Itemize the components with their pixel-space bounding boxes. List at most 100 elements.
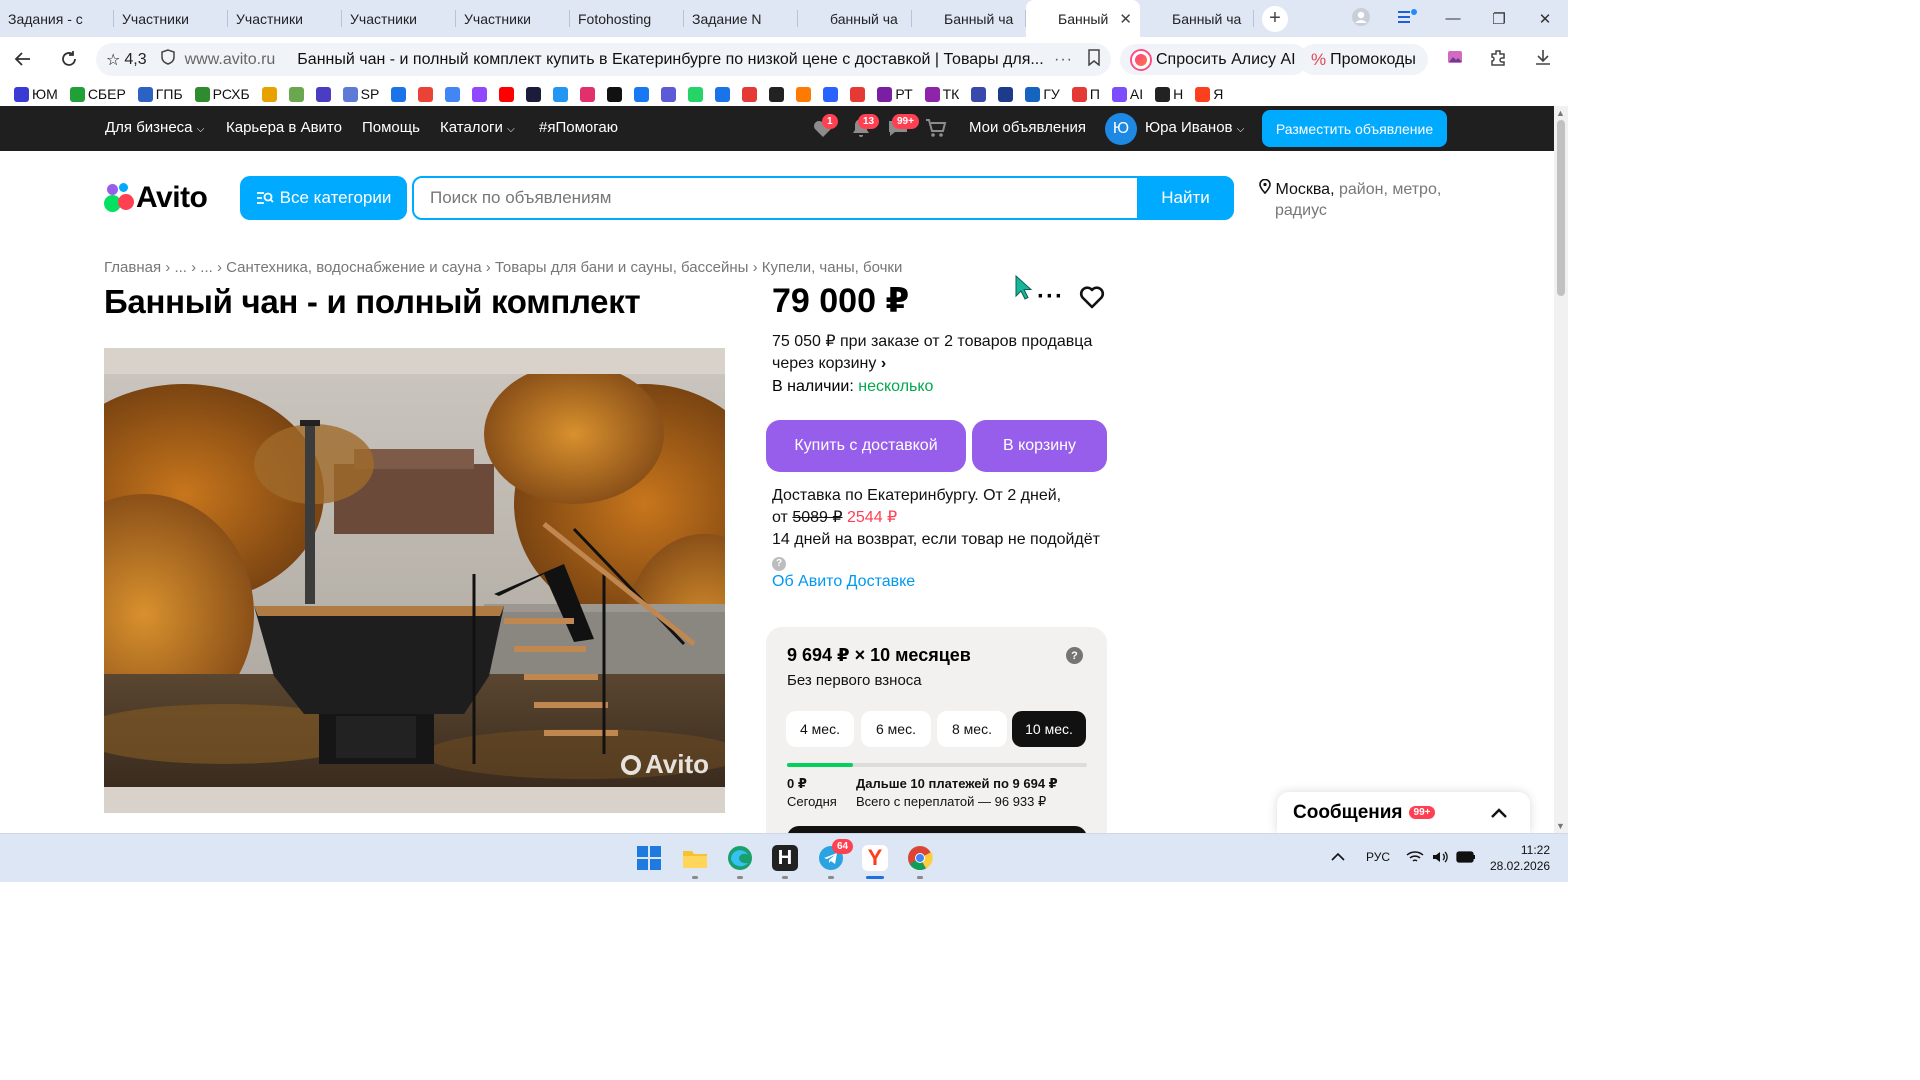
browser-tab[interactable]: Банный ✕ xyxy=(1026,0,1140,37)
browser-tab[interactable]: SPУчастники xyxy=(342,0,456,37)
extensions-icon[interactable] xyxy=(1488,48,1508,73)
bookmark-item[interactable] xyxy=(315,86,334,102)
browser-tab[interactable]: FFotohosting xyxy=(570,0,684,37)
bookmark-item[interactable]: AI xyxy=(1111,86,1143,102)
bookmark-item[interactable]: СБЕР xyxy=(69,86,126,102)
battery-icon[interactable] xyxy=(1456,850,1476,867)
breadcrumb-item[interactable]: Главная xyxy=(104,259,161,276)
messages-widget[interactable]: Сообщения 99+ xyxy=(1277,792,1530,833)
buy-with-delivery-button[interactable]: Купить с доставкой xyxy=(766,420,966,472)
breadcrumb-item[interactable]: Товары для бани и сауны, бассейны xyxy=(495,259,748,276)
cart-icon[interactable] xyxy=(924,116,948,140)
system-clock[interactable]: 11:22 28.02.2026 xyxy=(1490,842,1550,874)
bookmark-item[interactable] xyxy=(850,86,868,102)
bookmark-item[interactable] xyxy=(472,86,490,102)
notifications-bell-icon[interactable]: 13 xyxy=(849,114,880,140)
bookmark-item[interactable]: SP xyxy=(342,86,379,102)
more-options-icon[interactable]: ··· xyxy=(1054,51,1073,69)
tray-chevron-up-icon[interactable] xyxy=(1331,850,1345,865)
windows-start-icon[interactable] xyxy=(636,845,662,871)
add-to-favorites-heart-icon[interactable] xyxy=(1078,283,1106,316)
reload-button[interactable] xyxy=(52,42,86,76)
term-6-months[interactable]: 6 мес. xyxy=(861,711,931,747)
nav-careers[interactable]: Карьера в Авито xyxy=(226,119,342,136)
bookmark-item[interactable] xyxy=(769,86,787,102)
chevron-up-icon[interactable] xyxy=(1490,799,1508,825)
bookmark-item[interactable] xyxy=(634,86,652,102)
nav-catalogs[interactable]: Каталоги ⌵ xyxy=(440,119,515,136)
bookmark-item[interactable] xyxy=(580,86,598,102)
bookmark-item[interactable] xyxy=(823,86,841,102)
url-bar[interactable]: ☆ 4,3 www.avito.ru Банный чан - и полный… xyxy=(96,43,1111,76)
help-question-icon[interactable]: ? xyxy=(1066,647,1083,664)
scroll-up-arrow-icon[interactable]: ▲ xyxy=(1556,108,1565,118)
term-10-months[interactable]: 10 мес. xyxy=(1012,711,1086,747)
scroll-down-arrow-icon[interactable]: ▼ xyxy=(1556,821,1565,831)
about-avito-delivery-link[interactable]: Об Авито Доставке xyxy=(772,573,915,591)
page-scrollbar[interactable]: ▲ ▼ xyxy=(1554,106,1568,833)
bookmark-item[interactable]: РТ xyxy=(877,86,913,102)
location-selector[interactable]: Москва, район, метро, радиус xyxy=(1259,178,1459,221)
search-button[interactable]: Найти xyxy=(1137,176,1234,220)
file-explorer-icon[interactable] xyxy=(682,845,708,871)
download-icon[interactable] xyxy=(1534,48,1552,71)
breadcrumb-item[interactable]: Сантехника, водоснабжение и сауна xyxy=(226,259,481,276)
browser-tab[interactable]: SPУчастники xyxy=(114,0,228,37)
bookmark-item[interactable]: ГУ xyxy=(1025,86,1060,102)
scrollbar-thumb[interactable] xyxy=(1557,120,1565,296)
telegram-icon[interactable]: 64 xyxy=(818,839,854,871)
bookmark-item[interactable] xyxy=(418,86,436,102)
breadcrumb-item[interactable]: ... xyxy=(200,259,213,276)
browser-tab[interactable]: SPУчастники xyxy=(228,0,342,37)
yandex-browser-icon[interactable]: Y xyxy=(862,845,888,871)
bookmark-item[interactable] xyxy=(445,86,463,102)
nav-for-business[interactable]: Для бизнеса ⌵ xyxy=(105,119,204,136)
nav-ya-pomogayu[interactable]: #яПомогаю xyxy=(539,119,618,136)
messages-icon[interactable]: 99+ xyxy=(886,114,919,140)
bookmark-item[interactable] xyxy=(661,86,679,102)
bookmark-item[interactable] xyxy=(796,86,814,102)
app-h-icon[interactable]: H xyxy=(772,845,798,871)
search-input[interactable] xyxy=(414,188,1137,208)
browser-tab[interactable]: SPЗадания - c xyxy=(0,0,114,37)
all-categories-button[interactable]: Все категории xyxy=(240,176,407,220)
new-tab-button[interactable]: + xyxy=(1262,5,1288,32)
browser-tab[interactable]: SPЗадание N xyxy=(684,0,798,37)
image-icon[interactable] xyxy=(1446,48,1464,71)
bookmark-item[interactable] xyxy=(998,86,1016,102)
close-tab-icon[interactable]: ✕ xyxy=(1119,10,1132,28)
avatar[interactable]: Ю xyxy=(1105,113,1137,145)
bookmark-icon[interactable] xyxy=(1087,48,1101,71)
avito-logo[interactable]: Avito xyxy=(104,181,208,215)
bookmark-item[interactable] xyxy=(499,86,517,102)
shield-icon[interactable] xyxy=(160,49,175,70)
bookmark-item[interactable] xyxy=(607,86,625,102)
bookmark-item[interactable]: Я xyxy=(1195,86,1223,102)
star-icon[interactable]: ☆ xyxy=(106,50,120,70)
edge-browser-icon[interactable] xyxy=(727,845,753,871)
volume-icon[interactable] xyxy=(1432,850,1448,867)
promo-codes-button[interactable]: % Промокоды xyxy=(1299,44,1428,75)
language-indicator[interactable]: РУС xyxy=(1366,850,1390,864)
wifi-icon[interactable] xyxy=(1406,850,1424,867)
bookmark-item[interactable]: ЮМ xyxy=(14,86,58,102)
bookmark-item[interactable] xyxy=(971,86,989,102)
chrome-icon[interactable] xyxy=(907,845,933,871)
bookmark-item[interactable]: П xyxy=(1071,86,1100,102)
profile-icon[interactable] xyxy=(1338,7,1384,31)
close-window-button[interactable]: ✕ xyxy=(1522,10,1568,28)
help-question-icon[interactable]: ? xyxy=(772,557,786,571)
bookmark-item[interactable] xyxy=(261,86,280,102)
term-8-months[interactable]: 8 мес. xyxy=(937,711,1007,747)
bookmark-item[interactable] xyxy=(688,86,706,102)
maximize-button[interactable]: ❐ xyxy=(1476,10,1522,28)
bookmark-item[interactable] xyxy=(526,86,544,102)
bulk-price-link[interactable]: 75 050 ₽ при заказе от 2 товаров продавц… xyxy=(772,331,1112,375)
post-ad-button[interactable]: Разместить объявление xyxy=(1262,110,1447,147)
favorites-heart-icon[interactable]: 1 xyxy=(811,114,838,140)
bookmark-item[interactable]: ТК xyxy=(924,86,959,102)
tab-menu-icon[interactable] xyxy=(1384,8,1430,30)
more-options-icon[interactable]: ··· xyxy=(1037,283,1064,311)
bookmark-item[interactable]: ГПБ xyxy=(137,86,183,102)
bookmark-item[interactable] xyxy=(288,86,307,102)
